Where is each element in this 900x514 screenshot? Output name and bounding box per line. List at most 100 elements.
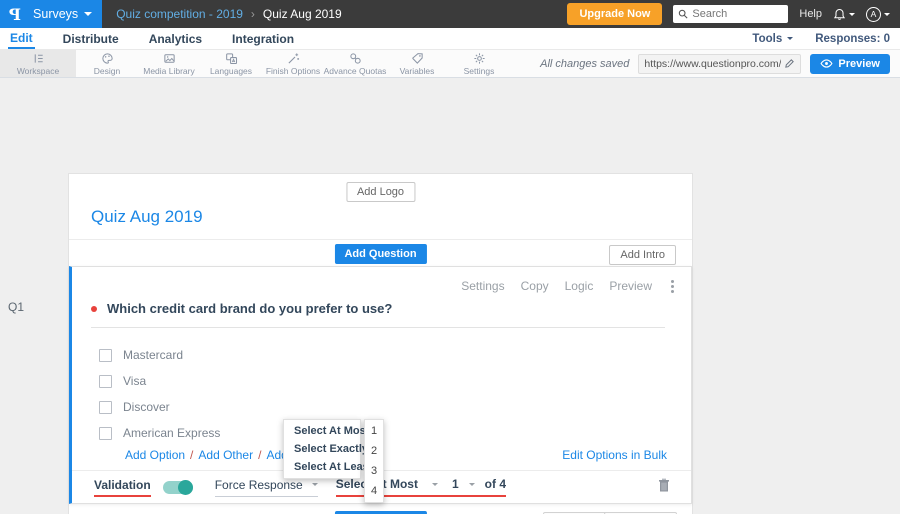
toolbar-languages[interactable]: Languages bbox=[200, 50, 262, 77]
account-menu[interactable]: A bbox=[866, 6, 890, 22]
toolbar-design[interactable]: Design bbox=[76, 50, 138, 77]
survey-url-box bbox=[638, 53, 802, 74]
quota-links-icon bbox=[349, 52, 361, 64]
option-row[interactable]: Mastercard bbox=[99, 342, 220, 368]
answer-options: Mastercard Visa Discover American Expres… bbox=[99, 342, 220, 446]
edit-pencil-icon[interactable] bbox=[784, 58, 795, 69]
gear-icon bbox=[473, 52, 485, 64]
toolbar-finish-options[interactable]: Finish Options bbox=[262, 50, 324, 77]
question-number-label: Q1 bbox=[8, 300, 25, 314]
image-icon bbox=[163, 53, 175, 63]
option-row[interactable]: Discover bbox=[99, 394, 220, 420]
notifications-menu[interactable] bbox=[833, 8, 855, 21]
upgrade-now-button[interactable]: Upgrade Now bbox=[567, 3, 663, 25]
bell-icon bbox=[833, 8, 846, 20]
toolbar-advance-quotas[interactable]: Advance Quotas bbox=[324, 50, 386, 77]
option-row[interactable]: American Express bbox=[99, 420, 220, 446]
more-options-icon[interactable] bbox=[671, 284, 674, 288]
question-copy-link[interactable]: Copy bbox=[521, 279, 549, 293]
count-dropdown-menu: 1 2 3 4 bbox=[364, 419, 384, 503]
question-text[interactable]: Which credit card brand do you prefer to… bbox=[107, 301, 392, 316]
required-marker bbox=[91, 305, 97, 312]
chevron-down-icon bbox=[884, 12, 890, 16]
tab-integration[interactable]: Integration bbox=[230, 29, 296, 48]
top-bar: P Surveys Quiz competition - 2019 › Quiz… bbox=[0, 0, 900, 28]
tab-distribute[interactable]: Distribute bbox=[61, 29, 121, 48]
add-question-button-top[interactable]: Add Question bbox=[334, 244, 427, 264]
breadcrumb-folder[interactable]: Quiz competition - 2019 bbox=[116, 7, 243, 21]
force-response-dropdown[interactable]: Force Response bbox=[214, 478, 318, 497]
question-text-row: Which credit card brand do you prefer to… bbox=[91, 301, 665, 328]
rule-dropdown-menu: Select At Most Select Exactly Select At … bbox=[283, 419, 372, 479]
validation-label: Validation bbox=[94, 478, 151, 497]
breadcrumb: Quiz competition - 2019 › Quiz Aug 2019 bbox=[116, 7, 341, 21]
brand-surveys-menu[interactable]: P Surveys bbox=[0, 0, 103, 28]
checkbox-icon[interactable] bbox=[99, 426, 112, 440]
avatar: A bbox=[866, 6, 881, 22]
checkbox-icon[interactable] bbox=[99, 400, 112, 414]
count-option-1[interactable]: 1 bbox=[365, 421, 383, 441]
search-box[interactable] bbox=[673, 5, 789, 23]
tools-menu[interactable]: Tools bbox=[752, 33, 794, 45]
add-other-link[interactable]: Add Other bbox=[198, 448, 253, 462]
eye-icon bbox=[820, 59, 833, 68]
rule-option-select-at-most[interactable]: Select At Most bbox=[284, 422, 369, 440]
add-option-link[interactable]: Add Option bbox=[125, 448, 185, 462]
delete-question-button[interactable] bbox=[657, 477, 671, 498]
link-separator: / bbox=[190, 448, 194, 462]
of-total-label: of 4 bbox=[484, 477, 507, 491]
link-separator: / bbox=[258, 448, 262, 462]
divider bbox=[69, 239, 692, 240]
breadcrumb-current: Quiz Aug 2019 bbox=[262, 7, 342, 21]
tag-icon bbox=[411, 52, 423, 64]
questionpro-logo: P bbox=[9, 4, 22, 24]
question-logic-link[interactable]: Logic bbox=[565, 279, 594, 293]
preview-button[interactable]: Preview bbox=[810, 53, 890, 74]
question-preview-link[interactable]: Preview bbox=[609, 279, 652, 293]
checkbox-icon[interactable] bbox=[99, 348, 112, 362]
survey-title[interactable]: Quiz Aug 2019 bbox=[91, 207, 203, 227]
chevron-down-icon bbox=[787, 37, 794, 40]
count-option-3[interactable]: 3 bbox=[365, 461, 383, 481]
magic-wand-icon bbox=[287, 52, 299, 64]
search-icon bbox=[679, 9, 688, 19]
responses-count[interactable]: Responses: 0 bbox=[815, 33, 890, 45]
help-link[interactable]: Help bbox=[799, 8, 822, 20]
survey-url-input[interactable] bbox=[644, 57, 782, 70]
add-logo-button[interactable]: Add Logo bbox=[345, 182, 416, 202]
toolbar-variables[interactable]: Variables bbox=[386, 50, 448, 77]
validation-toggle[interactable] bbox=[162, 479, 193, 495]
toolbar-settings[interactable]: Settings bbox=[448, 50, 510, 77]
chevron-down-icon bbox=[849, 12, 855, 16]
count-dropdown-value[interactable]: 1 bbox=[452, 477, 459, 491]
tab-analytics[interactable]: Analytics bbox=[147, 29, 204, 48]
rule-option-select-at-least[interactable]: Select At Least bbox=[284, 458, 372, 476]
breadcrumb-separator: › bbox=[250, 7, 255, 21]
tab-edit[interactable]: Edit bbox=[8, 28, 35, 49]
translate-icon bbox=[225, 52, 237, 64]
section-nav: Edit Distribute Analytics Integration To… bbox=[0, 28, 900, 50]
editor-toolbar: Workspace Design Media Library Languages… bbox=[0, 50, 900, 78]
question-settings-link[interactable]: Settings bbox=[461, 279, 504, 293]
app-name: Surveys bbox=[33, 7, 79, 21]
count-option-4[interactable]: 4 bbox=[365, 481, 383, 501]
toolbar-workspace[interactable]: Workspace bbox=[0, 50, 76, 77]
chevron-down-icon bbox=[311, 483, 318, 486]
validation-rule-controls: Select At Most 1 of 4 bbox=[335, 477, 507, 497]
rule-option-select-exactly[interactable]: Select Exactly bbox=[284, 440, 368, 458]
count-option-2[interactable]: 2 bbox=[365, 441, 383, 461]
edit-options-in-bulk-link[interactable]: Edit Options in Bulk bbox=[562, 448, 667, 462]
toolbar-media-library[interactable]: Media Library bbox=[138, 50, 200, 77]
questionpro-survey-editor: P Surveys Quiz competition - 2019 › Quiz… bbox=[0, 0, 900, 514]
editor-canvas: Q1 Add Logo Quiz Aug 2019 Add Question A… bbox=[0, 78, 900, 514]
question-menu: Settings Copy Logic Preview bbox=[461, 279, 677, 293]
add-intro-button[interactable]: Add Intro bbox=[609, 245, 676, 265]
search-input[interactable] bbox=[692, 8, 781, 20]
checkbox-icon[interactable] bbox=[99, 374, 112, 388]
chevron-down-icon[interactable] bbox=[431, 482, 438, 486]
autosave-status: All changes saved bbox=[540, 57, 630, 70]
workspace-icon bbox=[34, 53, 43, 63]
palette-icon bbox=[101, 52, 113, 64]
option-row[interactable]: Visa bbox=[99, 368, 220, 394]
chevron-down-icon[interactable] bbox=[468, 482, 475, 486]
